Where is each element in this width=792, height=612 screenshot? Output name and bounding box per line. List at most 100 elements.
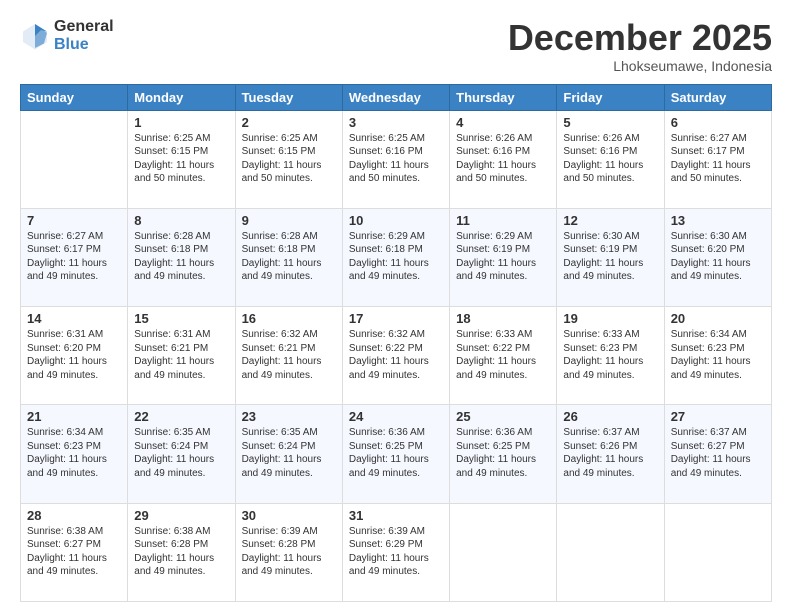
day-number: 13 [671, 213, 765, 228]
calendar-cell: 31Sunrise: 6:39 AMSunset: 6:29 PMDayligh… [342, 503, 449, 601]
month-title: December 2025 [508, 18, 772, 58]
calendar-week-2: 7 Sunrise: 6:27 AMSunset: 6:17 PMDaylight… [21, 208, 772, 306]
weekday-header-wednesday: Wednesday [342, 84, 449, 110]
calendar-cell: 28 Sunrise: 6:38 AMSunset: 6:27 PMDayligh… [21, 503, 128, 601]
calendar-cell: 18Sunrise: 6:33 AMSunset: 6:22 PMDayligh… [450, 307, 557, 405]
day-number: 25 [456, 409, 550, 424]
cell-info: Sunrise: 6:35 AMSunset: 6:24 PMDaylight:… [242, 426, 336, 480]
calendar-cell: 27 Sunrise: 6:37 AMSunset: 6:27 PMDayligh… [664, 405, 771, 503]
calendar-cell: 16 Sunrise: 6:32 AMSunset: 6:21 PMDayligh… [235, 307, 342, 405]
calendar-cell [664, 503, 771, 601]
cell-info: Sunrise: 6:27 AMSunset: 6:17 PMDaylight:… [27, 230, 121, 284]
day-number: 5 [563, 115, 657, 130]
calendar-cell [21, 110, 128, 208]
cell-info: Sunrise: 6:29 AMSunset: 6:18 PMDaylight:… [349, 230, 443, 284]
calendar-cell [557, 503, 664, 601]
day-number: 4 [456, 115, 550, 130]
day-number: 16 [242, 311, 336, 326]
cell-info: Sunrise: 6:30 AMSunset: 6:19 PMDaylight:… [563, 230, 657, 284]
day-number: 23 [242, 409, 336, 424]
calendar-cell: 1 Sunrise: 6:25 AMSunset: 6:15 PMDaylight… [128, 110, 235, 208]
calendar-cell: 20 Sunrise: 6:34 AMSunset: 6:23 PMDayligh… [664, 307, 771, 405]
cell-info: Sunrise: 6:37 AMSunset: 6:26 PMDaylight:… [563, 426, 657, 480]
cell-info: Sunrise: 6:29 AMSunset: 6:19 PMDaylight:… [456, 230, 550, 284]
calendar-week-5: 28 Sunrise: 6:38 AMSunset: 6:27 PMDayligh… [21, 503, 772, 601]
calendar-cell: 25 Sunrise: 6:36 AMSunset: 6:25 PMDayligh… [450, 405, 557, 503]
cell-info: Sunrise: 6:31 AMSunset: 6:21 PMDaylight:… [134, 328, 228, 382]
day-number: 27 [671, 409, 765, 424]
cell-info: Sunrise: 6:36 AMSunset: 6:25 PMDaylight:… [456, 426, 550, 480]
calendar-cell: 22 Sunrise: 6:35 AMSunset: 6:24 PMDayligh… [128, 405, 235, 503]
header: General Blue December 2025 Lhokseumawe, … [20, 18, 772, 74]
cell-info: Sunrise: 6:26 AMSunset: 6:16 PMDaylight:… [563, 132, 657, 186]
calendar-cell: 7 Sunrise: 6:27 AMSunset: 6:17 PMDaylight… [21, 208, 128, 306]
logo-general-text: General [54, 18, 114, 36]
calendar-cell: 21Sunrise: 6:34 AMSunset: 6:23 PMDayligh… [21, 405, 128, 503]
calendar-cell: 9 Sunrise: 6:28 AMSunset: 6:18 PMDaylight… [235, 208, 342, 306]
cell-info: Sunrise: 6:35 AMSunset: 6:24 PMDaylight:… [134, 426, 228, 480]
calendar-cell: 15 Sunrise: 6:31 AMSunset: 6:21 PMDayligh… [128, 307, 235, 405]
day-number: 9 [242, 213, 336, 228]
cell-info: Sunrise: 6:31 AMSunset: 6:20 PMDaylight:… [27, 328, 121, 382]
cell-info: Sunrise: 6:38 AMSunset: 6:27 PMDaylight:… [27, 525, 121, 579]
day-number: 24 [349, 409, 443, 424]
logo-blue-text: Blue [54, 36, 114, 54]
day-number: 10 [349, 213, 443, 228]
cell-info: Sunrise: 6:25 AMSunset: 6:15 PMDaylight:… [242, 132, 336, 186]
calendar-cell [450, 503, 557, 601]
calendar-cell: 10 Sunrise: 6:29 AMSunset: 6:18 PMDayligh… [342, 208, 449, 306]
day-number: 8 [134, 213, 228, 228]
calendar-cell: 6Sunrise: 6:27 AMSunset: 6:17 PMDaylight… [664, 110, 771, 208]
cell-info: Sunrise: 6:32 AMSunset: 6:21 PMDaylight:… [242, 328, 336, 382]
calendar-week-4: 21Sunrise: 6:34 AMSunset: 6:23 PMDayligh… [21, 405, 772, 503]
calendar-cell: 4Sunrise: 6:26 AMSunset: 6:16 PMDaylight… [450, 110, 557, 208]
logo-icon [20, 21, 50, 51]
day-number: 17 [349, 311, 443, 326]
day-number: 28 [27, 508, 121, 523]
cell-info: Sunrise: 6:34 AMSunset: 6:23 PMDaylight:… [671, 328, 765, 382]
calendar-cell: 3 Sunrise: 6:25 AMSunset: 6:16 PMDaylight… [342, 110, 449, 208]
calendar-cell: 12Sunrise: 6:30 AMSunset: 6:19 PMDayligh… [557, 208, 664, 306]
cell-info: Sunrise: 6:33 AMSunset: 6:22 PMDaylight:… [456, 328, 550, 382]
calendar-cell: 13 Sunrise: 6:30 AMSunset: 6:20 PMDayligh… [664, 208, 771, 306]
cell-info: Sunrise: 6:28 AMSunset: 6:18 PMDaylight:… [134, 230, 228, 284]
weekday-header-sunday: Sunday [21, 84, 128, 110]
day-number: 2 [242, 115, 336, 130]
day-number: 11 [456, 213, 550, 228]
cell-info: Sunrise: 6:32 AMSunset: 6:22 PMDaylight:… [349, 328, 443, 382]
calendar-cell: 24Sunrise: 6:36 AMSunset: 6:25 PMDayligh… [342, 405, 449, 503]
cell-info: Sunrise: 6:30 AMSunset: 6:20 PMDaylight:… [671, 230, 765, 284]
day-number: 7 [27, 213, 121, 228]
cell-info: Sunrise: 6:25 AMSunset: 6:16 PMDaylight:… [349, 132, 443, 186]
day-number: 15 [134, 311, 228, 326]
calendar-cell: 26 Sunrise: 6:37 AMSunset: 6:26 PMDayligh… [557, 405, 664, 503]
calendar-week-1: 1 Sunrise: 6:25 AMSunset: 6:15 PMDaylight… [21, 110, 772, 208]
cell-info: Sunrise: 6:28 AMSunset: 6:18 PMDaylight:… [242, 230, 336, 284]
day-number: 29 [134, 508, 228, 523]
day-number: 1 [134, 115, 228, 130]
cell-info: Sunrise: 6:33 AMSunset: 6:23 PMDaylight:… [563, 328, 657, 382]
logo-text: General Blue [54, 18, 114, 53]
calendar-cell: 8 Sunrise: 6:28 AMSunset: 6:18 PMDaylight… [128, 208, 235, 306]
calendar-cell: 19 Sunrise: 6:33 AMSunset: 6:23 PMDayligh… [557, 307, 664, 405]
weekday-header-tuesday: Tuesday [235, 84, 342, 110]
weekday-header-thursday: Thursday [450, 84, 557, 110]
location: Lhokseumawe, Indonesia [508, 58, 772, 74]
cell-info: Sunrise: 6:37 AMSunset: 6:27 PMDaylight:… [671, 426, 765, 480]
day-number: 20 [671, 311, 765, 326]
calendar-cell: 30Sunrise: 6:39 AMSunset: 6:28 PMDayligh… [235, 503, 342, 601]
calendar-cell: 11 Sunrise: 6:29 AMSunset: 6:19 PMDayligh… [450, 208, 557, 306]
cell-info: Sunrise: 6:27 AMSunset: 6:17 PMDaylight:… [671, 132, 765, 186]
cell-info: Sunrise: 6:25 AMSunset: 6:15 PMDaylight:… [134, 132, 228, 186]
weekday-header-saturday: Saturday [664, 84, 771, 110]
page: General Blue December 2025 Lhokseumawe, … [0, 0, 792, 612]
day-number: 19 [563, 311, 657, 326]
weekday-header-monday: Monday [128, 84, 235, 110]
title-section: December 2025 Lhokseumawe, Indonesia [508, 18, 772, 74]
day-number: 26 [563, 409, 657, 424]
calendar-table: SundayMondayTuesdayWednesdayThursdayFrid… [20, 84, 772, 602]
cell-info: Sunrise: 6:39 AMSunset: 6:29 PMDaylight:… [349, 525, 443, 579]
calendar-cell: 14Sunrise: 6:31 AMSunset: 6:20 PMDayligh… [21, 307, 128, 405]
day-number: 3 [349, 115, 443, 130]
day-number: 22 [134, 409, 228, 424]
